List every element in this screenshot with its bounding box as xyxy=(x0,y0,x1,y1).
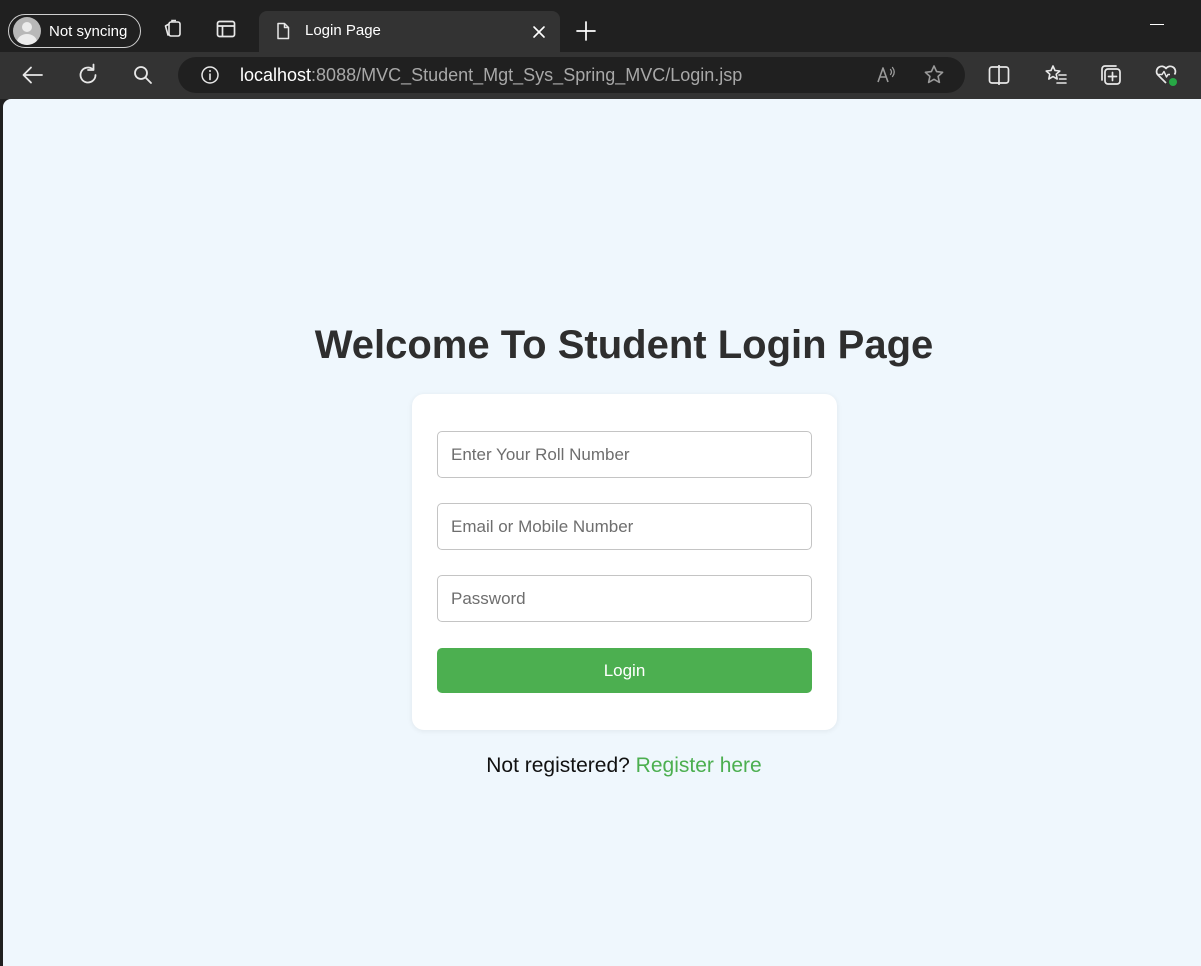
page-title: Welcome To Student Login Page xyxy=(314,323,934,367)
login-form: Login xyxy=(412,394,837,730)
page-icon xyxy=(277,22,290,40)
email-or-mobile-input[interactable] xyxy=(437,503,812,550)
password-input[interactable] xyxy=(437,575,812,622)
tab-actions-icon[interactable] xyxy=(214,17,238,41)
browser-toolbar: localhost:8088/MVC_Student_Mgt_Sys_Sprin… xyxy=(0,52,1201,99)
star-icon[interactable] xyxy=(922,63,946,87)
read-aloud-icon[interactable] xyxy=(874,63,898,87)
register-link[interactable]: Register here xyxy=(636,754,762,777)
address-bar[interactable]: localhost:8088/MVC_Student_Mgt_Sys_Sprin… xyxy=(178,57,965,93)
browser-title-bar: Not syncing Login Page xyxy=(0,0,1201,52)
address-host: localhost xyxy=(240,65,312,85)
register-prompt-line: Not registered? Register here xyxy=(3,754,1201,778)
workspaces-icon[interactable] xyxy=(161,17,185,41)
register-prompt: Not registered? xyxy=(486,754,630,777)
page-viewport: Welcome To Student Login Page Login Not … xyxy=(3,99,1201,966)
heart-pulse-icon[interactable] xyxy=(1153,62,1179,88)
profile-label: Not syncing xyxy=(49,22,128,40)
info-icon[interactable] xyxy=(200,65,220,85)
address-url[interactable]: localhost:8088/MVC_Student_Mgt_Sys_Sprin… xyxy=(240,65,742,86)
close-icon[interactable] xyxy=(529,22,549,42)
plus-icon[interactable] xyxy=(574,19,598,43)
profile-button[interactable]: Not syncing xyxy=(8,14,141,48)
search-icon[interactable] xyxy=(130,62,156,88)
favorites-icon[interactable] xyxy=(1043,62,1069,88)
minimize-button[interactable] xyxy=(1150,24,1164,25)
split-screen-icon[interactable] xyxy=(986,62,1012,88)
tab-login-page[interactable]: Login Page xyxy=(259,11,560,52)
avatar-icon xyxy=(13,17,41,45)
collections-icon[interactable] xyxy=(1098,62,1124,88)
back-arrow-icon[interactable] xyxy=(20,62,46,88)
tab-title: Login Page xyxy=(305,22,381,39)
address-path: :8088/MVC_Student_Mgt_Sys_Spring_MVC/Log… xyxy=(311,65,743,85)
refresh-icon[interactable] xyxy=(75,62,101,88)
roll-number-input[interactable] xyxy=(437,431,812,478)
login-button[interactable]: Login xyxy=(437,648,812,693)
